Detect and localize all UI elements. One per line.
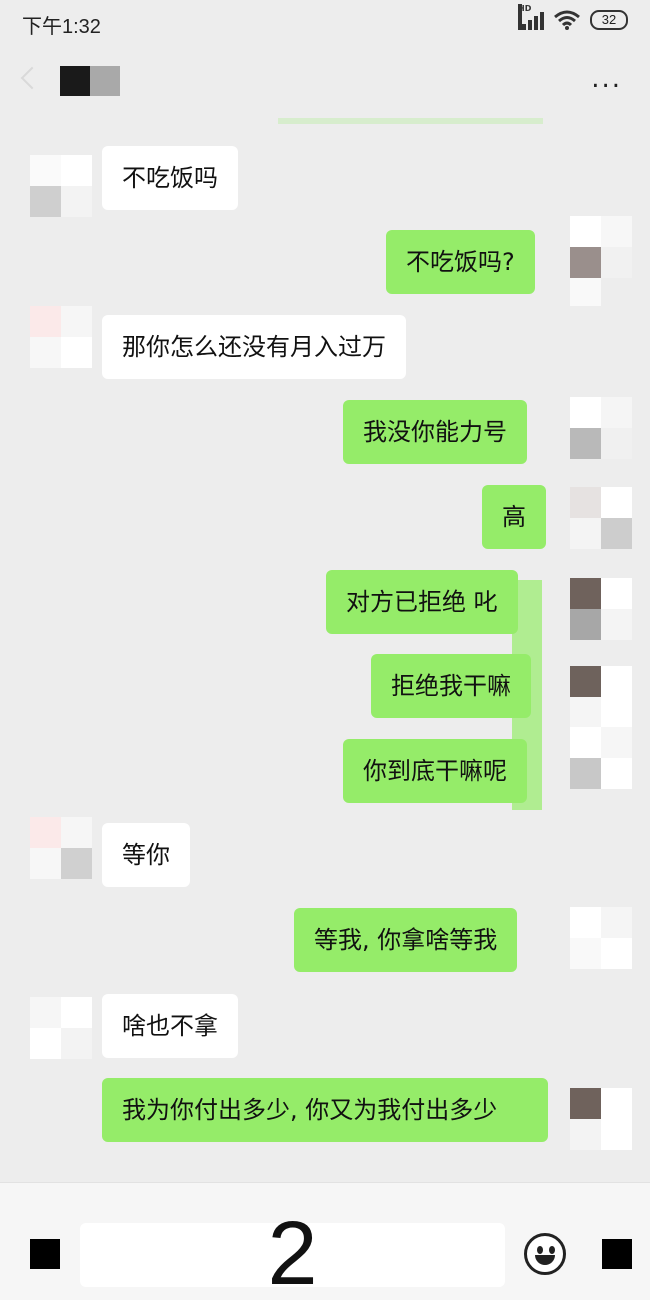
- status-time: 下午1:32: [22, 16, 101, 38]
- message-sent[interactable]: 不吃饭吗?: [386, 230, 535, 294]
- bubble-edge: [512, 580, 542, 810]
- message-received[interactable]: 不吃饭吗: [102, 146, 238, 210]
- my-avatar[interactable]: [570, 907, 632, 969]
- message-received[interactable]: 那你怎么还没有月入过万: [102, 315, 406, 379]
- wifi-icon: [554, 10, 580, 30]
- chat-header: ...: [0, 46, 650, 120]
- my-avatar[interactable]: [570, 727, 632, 789]
- my-avatar[interactable]: [570, 397, 632, 459]
- battery-indicator: 32: [590, 10, 628, 30]
- signal-icon: HD: [518, 4, 544, 30]
- message-sent[interactable]: 高: [482, 485, 546, 549]
- status-icons: HD 32: [518, 4, 628, 30]
- message-sent[interactable]: 等我, 你拿啥等我: [294, 908, 518, 972]
- my-avatar[interactable]: [570, 666, 632, 728]
- message-sent[interactable]: 我没你能力号: [343, 400, 527, 464]
- more-functions-icon[interactable]: [602, 1239, 632, 1269]
- contact-avatar[interactable]: [30, 155, 92, 217]
- message-sent[interactable]: 对方已拒绝 叱: [326, 570, 518, 634]
- divider: [278, 118, 543, 124]
- my-avatar[interactable]: [570, 216, 632, 306]
- input-bar: 2: [0, 1182, 650, 1300]
- my-avatar[interactable]: [570, 487, 632, 549]
- message-received[interactable]: 啥也不拿: [102, 994, 238, 1058]
- voice-input-icon[interactable]: [30, 1239, 60, 1269]
- my-avatar[interactable]: [570, 1088, 632, 1150]
- contact-avatar[interactable]: [30, 306, 92, 368]
- back-arrow-icon[interactable]: [20, 66, 44, 90]
- more-options-icon[interactable]: ...: [591, 66, 622, 92]
- message-sent[interactable]: 我为你付出多少, 你又为我付出多少: [102, 1078, 548, 1142]
- contact-avatar[interactable]: [30, 997, 92, 1059]
- contact-name-avatar: [60, 66, 120, 96]
- status-bar: 下午1:32 HD 32: [0, 0, 650, 46]
- emoji-icon[interactable]: [524, 1233, 566, 1275]
- message-sent[interactable]: 拒绝我干嘛: [371, 654, 531, 718]
- my-avatar[interactable]: [570, 578, 632, 640]
- input-text: 2: [267, 1204, 318, 1300]
- message-received[interactable]: 等你: [102, 823, 190, 887]
- contact-avatar[interactable]: [30, 817, 92, 879]
- message-input[interactable]: 2: [80, 1209, 505, 1299]
- message-sent[interactable]: 你到底干嘛呢: [343, 739, 527, 803]
